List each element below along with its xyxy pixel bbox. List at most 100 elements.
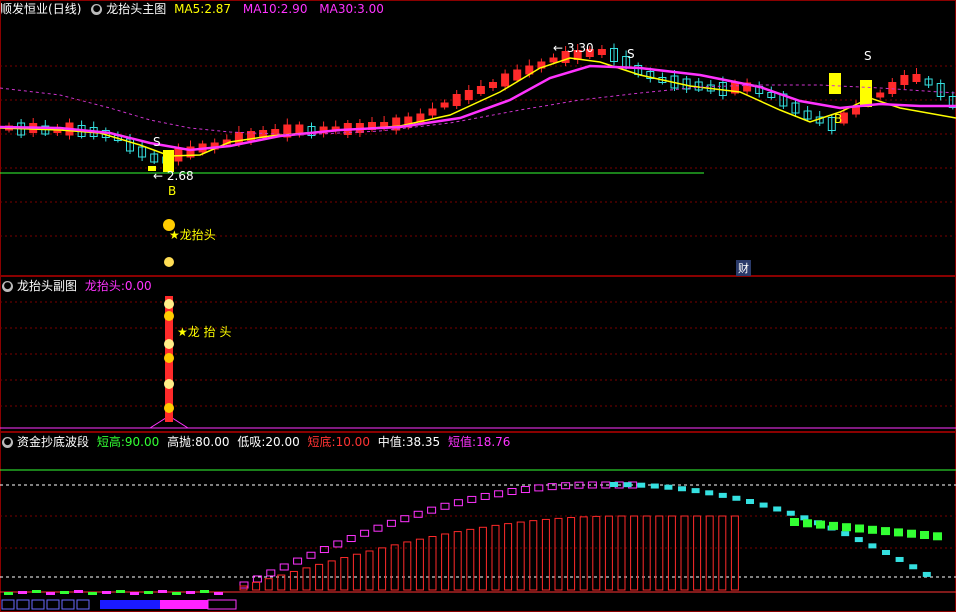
bottom-hollow-box xyxy=(61,599,75,610)
mid-value-square xyxy=(360,529,370,537)
candle-body xyxy=(464,90,473,100)
green-block xyxy=(868,525,877,534)
short-value-bar xyxy=(541,518,550,591)
buy-signal-2: B xyxy=(834,112,843,126)
early-mark xyxy=(88,592,97,595)
short-value-bar xyxy=(428,536,437,591)
cyan-square xyxy=(854,537,863,543)
cyan-square xyxy=(909,564,918,570)
cyan-square xyxy=(650,483,659,489)
cyan-square xyxy=(895,556,904,562)
candle-body xyxy=(428,108,437,116)
wave-indicator-name[interactable]: 资金抄底波段 xyxy=(17,435,89,449)
short-value-bar xyxy=(491,524,500,591)
wave-indicator-settings-icon[interactable]: ● xyxy=(2,437,13,448)
short-value-bar xyxy=(655,515,664,591)
wave-short-value-value: 18.76 xyxy=(476,435,511,449)
short-value-bar xyxy=(642,515,651,591)
short-value-bar xyxy=(441,533,450,591)
sub-icon xyxy=(164,403,174,413)
dragon-sub-chart[interactable] xyxy=(0,276,956,432)
short-value-bar xyxy=(680,515,689,591)
candle-body xyxy=(234,132,243,144)
sub-indicator-settings-icon[interactable]: ● xyxy=(2,281,13,292)
wave-chart-panel[interactable]: ● 资金抄底波段 短高:90.00 高抛:80.00 低吸:20.00 短底:10… xyxy=(0,432,956,612)
cyan-square xyxy=(705,490,714,496)
sub-chart-title-row: ● 龙抬头副图 龙抬头:0.00 xyxy=(0,277,156,295)
low-price-marker: ← 2.68 xyxy=(153,169,194,183)
main-chart-panel[interactable]: 顺发恒业(日线) ● 龙抬头主图 MA5:2.87 MA10:2.90 MA30:… xyxy=(0,0,956,276)
ma10-line xyxy=(0,64,956,152)
candle-body xyxy=(513,69,522,81)
candle-body xyxy=(476,86,485,94)
green-block xyxy=(920,531,929,539)
cyan-square xyxy=(759,502,768,508)
cyan-square xyxy=(882,550,890,555)
wave-short-bottom-value: 10.00 xyxy=(335,435,370,449)
wave-low-buy-label: 低吸: xyxy=(237,435,266,449)
wave-high-sell-label: 高抛: xyxy=(167,435,196,449)
green-block xyxy=(894,528,903,537)
bottom-blue-strip xyxy=(100,600,160,609)
sub-border xyxy=(0,276,956,432)
early-mark xyxy=(186,591,195,594)
early-mark xyxy=(200,590,209,593)
cyan-square xyxy=(786,510,795,516)
sub-icon xyxy=(164,339,174,349)
bottom-magenta-strip xyxy=(160,600,208,609)
candle-body xyxy=(876,92,885,98)
candle-body xyxy=(440,102,449,108)
dragon-head-label: ★龙抬头 xyxy=(169,228,216,242)
mid-value-square xyxy=(279,563,289,571)
bottom-hollow-box xyxy=(46,599,60,610)
sell-signal-2: S xyxy=(627,47,635,61)
sub-chart-panel[interactable]: ● 龙抬头副图 龙抬头:0.00 ★龙 抬 头 xyxy=(0,276,956,432)
green-block xyxy=(933,532,942,541)
mid-value-square xyxy=(427,506,437,514)
short-value-bar xyxy=(554,517,563,591)
early-mark xyxy=(214,592,223,595)
mid-value-square xyxy=(319,546,329,554)
finance-badge[interactable]: 财 xyxy=(736,260,751,276)
short-value-bar xyxy=(516,521,525,591)
early-mark xyxy=(4,592,13,595)
wave-low-buy-value: 20.00 xyxy=(265,435,300,449)
short-value-bar xyxy=(252,581,261,591)
signal-bar xyxy=(829,73,841,94)
mid-value-square xyxy=(266,569,276,577)
high-price-marker: ← 3.30 xyxy=(553,41,594,55)
short-value-bar xyxy=(478,526,487,591)
sub-icon xyxy=(164,311,174,321)
candlestick-chart[interactable] xyxy=(0,0,956,276)
wave-chart-title-row: ● 资金抄底波段 短高:90.00 高抛:80.00 低吸:20.00 短底:10… xyxy=(0,433,514,451)
sell-signal-1: S xyxy=(153,135,161,149)
early-mark xyxy=(172,592,181,595)
cyan-square xyxy=(610,482,618,487)
sub-indicator-name[interactable]: 龙抬头副图 xyxy=(17,279,77,293)
short-value-bar xyxy=(630,515,639,591)
wave-short-value-label: 短值: xyxy=(448,435,477,449)
cyan-square xyxy=(691,488,700,494)
green-block xyxy=(907,529,916,538)
fund-wave-chart[interactable] xyxy=(0,432,956,612)
candle-body xyxy=(900,75,909,85)
wave-mid-value: 38.35 xyxy=(405,435,441,449)
green-block xyxy=(816,520,825,529)
green-block xyxy=(855,524,864,533)
wave-short-bottom-label: 短底: xyxy=(307,435,336,449)
sell-signal-3: S xyxy=(864,49,872,63)
green-block xyxy=(881,527,890,536)
early-mark xyxy=(60,591,69,594)
short-value-bar xyxy=(302,567,311,591)
short-value-bar xyxy=(365,550,374,591)
candle-body xyxy=(912,74,921,82)
sub-icon xyxy=(164,379,174,389)
cyan-square xyxy=(718,492,727,498)
cyan-square xyxy=(841,531,850,537)
wave-short-high-label: 短高: xyxy=(96,435,125,449)
candle-body xyxy=(489,82,497,88)
green-block xyxy=(842,523,851,532)
short-value-bar xyxy=(378,547,387,591)
early-mark xyxy=(130,592,139,595)
short-value-bar xyxy=(529,520,538,591)
